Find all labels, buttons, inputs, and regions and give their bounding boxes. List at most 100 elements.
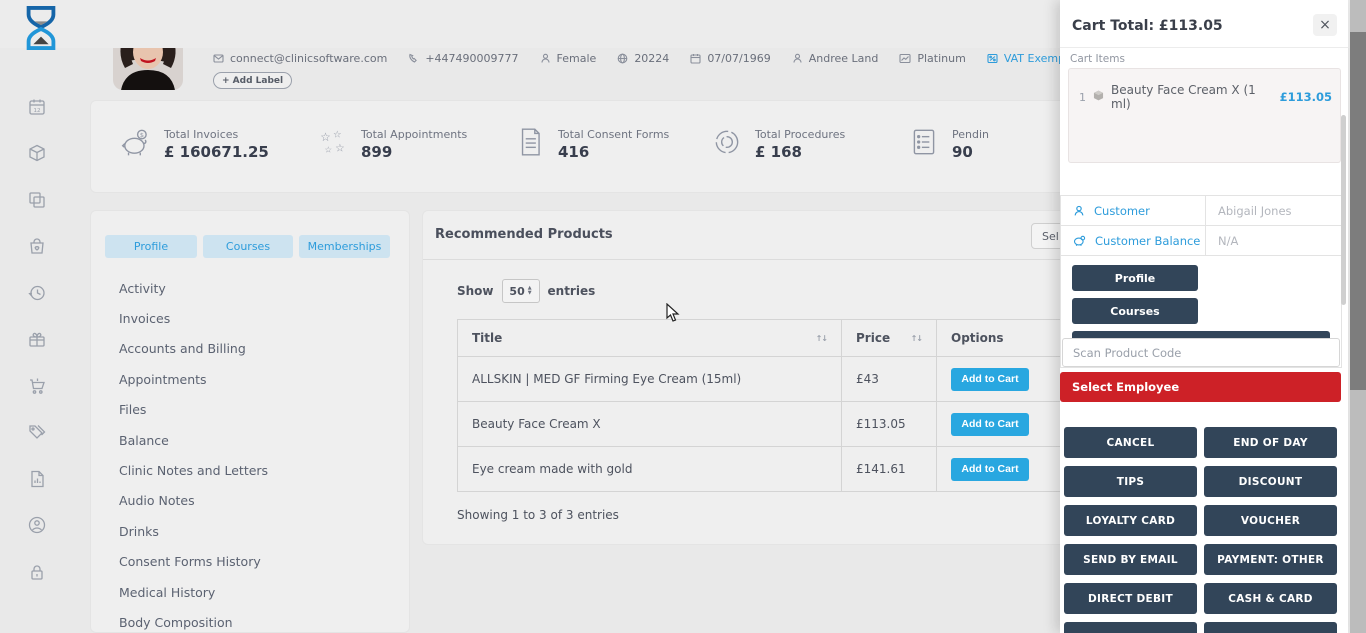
- menu-item-activity[interactable]: Activity: [119, 273, 268, 303]
- menu-item-drinks[interactable]: Drinks: [119, 516, 268, 546]
- scan-product-code-input[interactable]: [1062, 338, 1340, 367]
- stat-total-invoices: $ Total Invoices£ 160671.25: [120, 123, 317, 161]
- piggy-bank-icon: $: [120, 126, 152, 158]
- divider: [1060, 47, 1348, 48]
- product-price: £141.61: [856, 462, 906, 476]
- menu-item-medical-history[interactable]: Medical History: [119, 577, 268, 607]
- send-by-email-button[interactable]: SEND BY EMAIL: [1064, 544, 1197, 575]
- cart-courses-button[interactable]: Courses: [1072, 298, 1198, 324]
- cash-and-card-button[interactable]: CASH & CARD: [1204, 583, 1337, 614]
- sort-icon[interactable]: ↑↓: [816, 334, 827, 343]
- sidebar-icon-history[interactable]: [27, 283, 47, 303]
- action-label: TIPS: [1117, 476, 1145, 488]
- svg-text:12: 12: [34, 108, 41, 114]
- action-label: CASH & CARD: [1228, 593, 1313, 605]
- select-employee-button[interactable]: Select Employee: [1060, 372, 1341, 402]
- donut-chart-icon: [711, 126, 743, 158]
- customer-email[interactable]: connect@clinicsoftware.com: [213, 52, 387, 65]
- discount-button[interactable]: DISCOUNT: [1204, 466, 1337, 497]
- customer-tier-text: Platinum: [917, 52, 965, 65]
- payment-other-button[interactable]: PAYMENT: OTHER: [1204, 544, 1337, 575]
- customer-gender: Female: [540, 52, 597, 65]
- page-size-row: Show 50 ▲▼ entries: [457, 279, 595, 303]
- tips-button[interactable]: TIPS: [1064, 466, 1197, 497]
- menu-item-body-composition[interactable]: Body Composition: [119, 607, 268, 633]
- customer-label: Customer: [1094, 204, 1150, 218]
- end-of-day-button[interactable]: END OF DAY: [1204, 427, 1337, 458]
- sidebar-icon-cart[interactable]: [27, 376, 47, 396]
- clinicsoftware-logo[interactable]: [20, 5, 62, 51]
- tab-courses[interactable]: Courses: [203, 235, 293, 258]
- stat-value: £ 160671.25: [164, 143, 269, 161]
- customer-owner[interactable]: Andree Land: [792, 52, 879, 65]
- sidebar-icon-user-circle[interactable]: [27, 515, 47, 535]
- customer-phone[interactable]: +447490009777: [408, 52, 518, 65]
- tab-memberships[interactable]: Memberships: [299, 235, 390, 258]
- stat-label: Pendin: [952, 128, 989, 141]
- sort-icon[interactable]: ↑↓: [911, 334, 922, 343]
- app-window: Today Contacts Leads Deals Tasks Members…: [0, 0, 1366, 633]
- column-header-price[interactable]: Price: [856, 331, 890, 345]
- show-label: Show: [457, 284, 494, 298]
- customer-balance-label-cell[interactable]: Customer Balance: [1061, 226, 1206, 255]
- cart-item-name: Beauty Face Cream X (1 ml): [1111, 83, 1274, 111]
- add-label-button[interactable]: + Add Label: [213, 72, 292, 89]
- menu-item-balance[interactable]: Balance: [119, 425, 268, 455]
- cart-item-price: £113.05: [1280, 90, 1332, 104]
- page-scrollbar-thumb[interactable]: [1350, 32, 1366, 390]
- menu-item-consent-forms-history[interactable]: Consent Forms History: [119, 547, 268, 577]
- menu-item-clinic-notes-and-letters[interactable]: Clinic Notes and Letters: [119, 455, 268, 485]
- sidebar-icon-report[interactable]: [27, 469, 47, 489]
- menu-item-accounts-and-billing[interactable]: Accounts and Billing: [119, 334, 268, 364]
- entries-label: entries: [548, 284, 596, 298]
- sidebar-icon-calendar[interactable]: 12: [27, 97, 47, 117]
- sidebar-icon-products[interactable]: [27, 143, 47, 163]
- chart-icon: [899, 53, 911, 64]
- cart-profile-button[interactable]: Profile: [1072, 265, 1198, 291]
- product-title: Eye cream made with gold: [472, 462, 632, 476]
- page-size-select[interactable]: 50 ▲▼: [502, 279, 540, 303]
- menu-item-files[interactable]: Files: [119, 395, 268, 425]
- cart-actions-grid: CANCEL END OF DAY TIPS DISCOUNT LOYALTY …: [1064, 427, 1338, 633]
- cart-action-button-partial[interactable]: [1064, 622, 1197, 633]
- cart-panel: Cart Total: £113.05 × Cart Items 1 Beaut…: [1060, 0, 1348, 633]
- menu-item-appointments[interactable]: Appointments: [119, 364, 268, 394]
- button-label: Courses: [1110, 305, 1159, 318]
- stat-value: 90: [952, 143, 973, 161]
- sidebar-icon-gift[interactable]: [27, 329, 47, 349]
- column-header-title[interactable]: Title: [472, 331, 502, 345]
- customer-label-cell[interactable]: Customer: [1061, 196, 1206, 225]
- tab-profile[interactable]: Profile: [105, 235, 197, 258]
- close-cart-button[interactable]: ×: [1313, 14, 1337, 36]
- cart-action-button-partial[interactable]: [1204, 622, 1337, 633]
- menu-item-audio-notes[interactable]: Audio Notes: [119, 486, 268, 516]
- voucher-button[interactable]: VOUCHER: [1204, 505, 1337, 536]
- svg-text:☆: ☆: [324, 146, 332, 156]
- sidebar-icon-shop-bag[interactable]: [27, 236, 47, 256]
- add-to-cart-button[interactable]: Add to Cart: [951, 413, 1029, 436]
- cart-scrollbar-thumb[interactable]: [1341, 115, 1346, 305]
- customer-owner-text: Andree Land: [809, 52, 879, 65]
- sidebar-icon-tags[interactable]: [27, 422, 47, 442]
- add-to-cart-button[interactable]: Add to Cart: [951, 458, 1029, 481]
- add-to-cart-button[interactable]: Add to Cart: [951, 368, 1029, 391]
- menu-item-invoices[interactable]: Invoices: [119, 303, 268, 333]
- direct-debit-button[interactable]: DIRECT DEBIT: [1064, 583, 1197, 614]
- customer-email-text: connect@clinicsoftware.com: [230, 52, 387, 65]
- cart-item-card[interactable]: 1 Beauty Face Cream X (1 ml) £113.05: [1068, 68, 1341, 163]
- globe-icon: [617, 53, 628, 64]
- sidebar-icon-copy[interactable]: [27, 190, 47, 210]
- add-to-cart-label: Add to Cart: [961, 418, 1018, 430]
- customer-tabs: Profile Courses Memberships: [105, 235, 390, 258]
- stat-value: 416: [558, 143, 589, 161]
- piggy-bank-icon: [1073, 235, 1086, 247]
- svg-text:☆: ☆: [333, 130, 342, 141]
- cart-item-qty: 1: [1079, 91, 1086, 104]
- cancel-button[interactable]: CANCEL: [1064, 427, 1197, 458]
- svg-text:☆: ☆: [320, 130, 331, 144]
- action-label: DIRECT DEBIT: [1088, 593, 1173, 605]
- svg-text:$: $: [140, 131, 144, 139]
- sidebar-icon-lock[interactable]: [27, 562, 47, 582]
- add-label-text: + Add Label: [222, 76, 283, 86]
- loyalty-card-button[interactable]: LOYALTY CARD: [1064, 505, 1197, 536]
